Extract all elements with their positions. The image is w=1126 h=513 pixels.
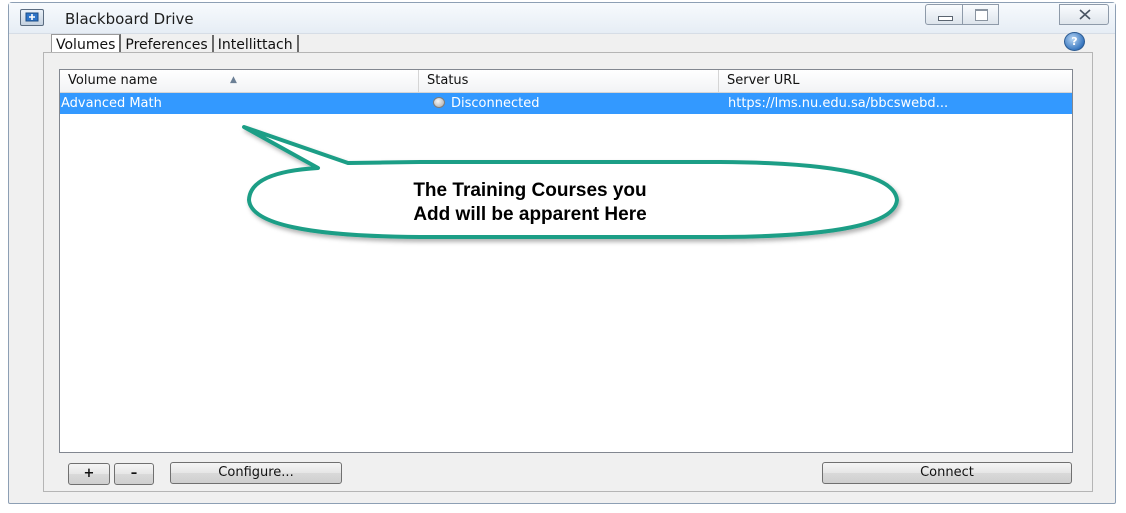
callout-text: The Training Courses you Add will be app… bbox=[290, 179, 770, 227]
callout-line-1: The Training Courses you bbox=[413, 180, 647, 201]
configure-button[interactable]: Configure... bbox=[170, 462, 342, 484]
connect-button[interactable]: Connect bbox=[822, 462, 1072, 484]
callout-line-2: Add will be apparent Here bbox=[413, 204, 647, 225]
add-volume-button[interactable]: + bbox=[68, 463, 110, 485]
remove-volume-button[interactable]: – bbox=[114, 463, 154, 485]
callout-bubble bbox=[242, 125, 899, 239]
